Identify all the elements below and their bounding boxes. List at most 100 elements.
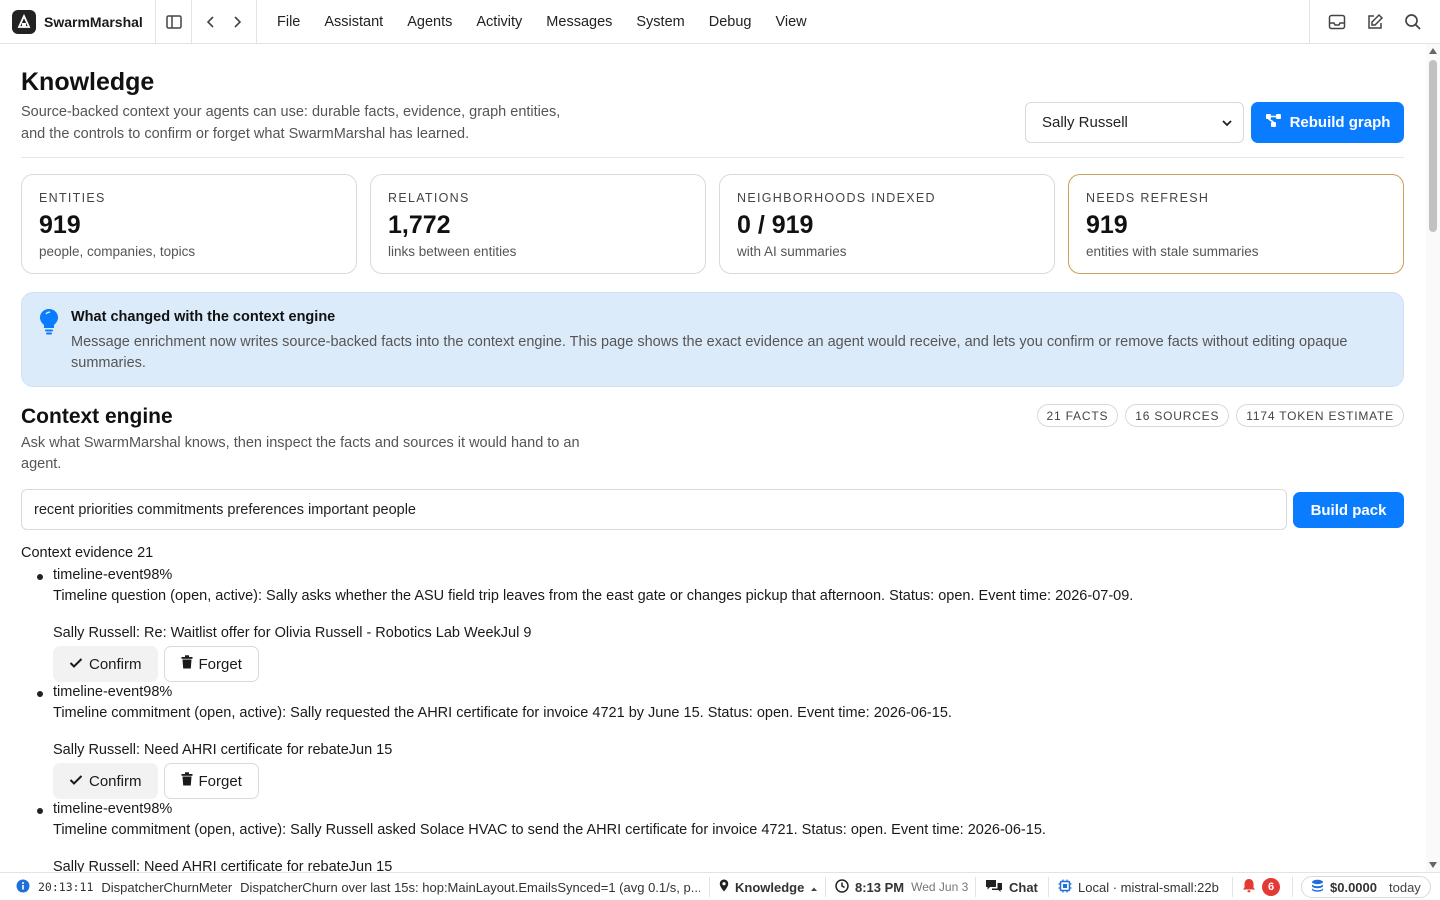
confirm-button[interactable]: Confirm xyxy=(53,646,158,682)
stat-desc: people, companies, topics xyxy=(39,244,196,259)
stat-desc: entities with stale summaries xyxy=(1086,244,1259,259)
back-icon[interactable] xyxy=(198,0,224,44)
confirm-label: Confirm xyxy=(89,655,142,673)
scroll-thumb[interactable] xyxy=(1429,60,1437,232)
compose-icon[interactable] xyxy=(1356,0,1394,44)
menu-activity[interactable]: Activity xyxy=(464,0,534,44)
chevron-down-icon xyxy=(1221,116,1233,133)
app-brand[interactable]: SwarmMarshal xyxy=(0,0,156,44)
status-location-label: Knowledge xyxy=(735,879,805,895)
graph-icon xyxy=(1265,113,1282,132)
model-selector[interactable]: Local · mistral-small:22b xyxy=(1058,873,1219,900)
confirm-button[interactable]: Confirm xyxy=(53,763,158,799)
lightbulb-icon xyxy=(38,307,60,340)
list-item: timeline-event98% Timeline commitment (o… xyxy=(21,799,1401,872)
evidence-source: Sally Russell: Need AHRI certificate for… xyxy=(53,859,393,872)
stat-label: NEEDS REFRESH xyxy=(1086,191,1210,205)
menu-messages[interactable]: Messages xyxy=(534,0,624,44)
evidence-kind: timeline-event98% xyxy=(53,684,173,700)
notifications-button[interactable]: 6 xyxy=(1242,873,1280,900)
cost-value: $0.0000 xyxy=(1330,879,1377,895)
section-title: Context engine xyxy=(21,405,173,428)
evidence-source: Sally Russell: Re: Waitlist offer for Ol… xyxy=(53,625,532,641)
list-item: timeline-event98% Timeline commitment (o… xyxy=(21,682,1401,799)
notice-body: Message enrichment now writes source-bac… xyxy=(71,334,1348,371)
search-icon[interactable] xyxy=(1394,0,1432,44)
status-divider xyxy=(975,877,976,897)
forget-button[interactable]: Forget xyxy=(163,763,259,799)
person-select[interactable]: Sally Russell xyxy=(1025,102,1244,143)
evidence-list: timeline-event98% Timeline question (ope… xyxy=(21,565,1401,872)
menu-assistant[interactable]: Assistant xyxy=(312,0,395,44)
forget-label: Forget xyxy=(198,655,242,673)
scroll-up-icon[interactable] xyxy=(1429,48,1437,54)
status-log[interactable]: 20:13:11 DispatcherChurnMeter Dispatcher… xyxy=(16,873,700,900)
sidebar-toggle-icon[interactable] xyxy=(156,0,192,44)
app-logo-icon xyxy=(12,9,36,34)
stat-value: 919 xyxy=(39,211,81,239)
main-content: Knowledge Source-backed context your age… xyxy=(0,44,1426,872)
header-divider xyxy=(21,157,1404,158)
rebuild-graph-label: Rebuild graph xyxy=(1289,114,1391,131)
forget-button[interactable]: Forget xyxy=(163,646,259,682)
status-clock[interactable]: 8:13 PM Wed Jun 3 xyxy=(835,873,968,900)
trash-icon xyxy=(181,772,193,790)
status-divider xyxy=(1232,877,1233,897)
app-name: SwarmMarshal xyxy=(44,13,143,30)
menu-bar: File Assistant Agents Activity Messages … xyxy=(257,0,819,44)
status-clock-time: 8:13 PM xyxy=(855,879,905,895)
chat-icon xyxy=(985,879,1003,896)
rebuild-graph-button[interactable]: Rebuild graph xyxy=(1251,102,1404,143)
stat-value: 1,772 xyxy=(388,211,451,239)
status-location[interactable]: Knowledge xyxy=(719,873,818,900)
stat-card-relations: RELATIONS 1,772 links between entities xyxy=(370,174,706,274)
bullet-icon xyxy=(37,691,43,697)
page-title: Knowledge xyxy=(21,68,155,96)
bell-icon xyxy=(1242,878,1256,896)
evidence-text: Timeline commitment (open, active): Sall… xyxy=(53,705,952,721)
stat-desc: with AI summaries xyxy=(737,244,847,259)
context-stats-chips: 21 FACTS 16 SOURCES 1174 TOKEN ESTIMATE xyxy=(1036,404,1404,427)
location-pin-icon xyxy=(719,879,729,895)
status-time: 20:13:11 xyxy=(38,880,94,894)
status-divider xyxy=(709,877,710,897)
inbox-icon[interactable] xyxy=(1318,0,1356,44)
forget-label: Forget xyxy=(198,772,242,790)
facts-chip: 21 FACTS xyxy=(1036,404,1119,427)
token-estimate-chip: 1174 TOKEN ESTIMATE xyxy=(1236,404,1404,427)
menu-system[interactable]: System xyxy=(624,0,696,44)
chat-label: Chat xyxy=(1009,879,1038,895)
notification-count-badge: 6 xyxy=(1262,878,1280,896)
status-date: Wed Jun 3 xyxy=(911,880,969,894)
chat-button[interactable]: Chat xyxy=(985,873,1038,900)
clock-icon xyxy=(835,878,849,896)
build-pack-button[interactable]: Build pack xyxy=(1293,492,1404,528)
status-bar: 20:13:11 DispatcherChurnMeter Dispatcher… xyxy=(0,872,1440,900)
stat-value: 0 / 919 xyxy=(737,211,814,239)
evidence-kind: timeline-event98% xyxy=(53,801,173,817)
stat-card-neighborhoods: NEIGHBORHOODS INDEXED 0 / 919 with AI su… xyxy=(719,174,1055,274)
bullet-icon xyxy=(37,574,43,580)
menu-debug[interactable]: Debug xyxy=(697,0,764,44)
stat-label: NEIGHBORHOODS INDEXED xyxy=(737,191,936,205)
menu-file[interactable]: File xyxy=(265,0,312,44)
chevron-up-icon xyxy=(810,880,818,895)
forward-icon[interactable] xyxy=(224,0,250,44)
menu-agents[interactable]: Agents xyxy=(395,0,464,44)
info-icon xyxy=(16,879,30,896)
context-query-input[interactable]: recent priorities commitments preference… xyxy=(21,489,1287,530)
menu-view[interactable]: View xyxy=(763,0,818,44)
stat-card-entities: ENTITIES 919 people, companies, topics xyxy=(21,174,357,274)
vertical-scrollbar[interactable] xyxy=(1426,44,1440,872)
cost-indicator[interactable]: $0.0000 today xyxy=(1301,873,1431,900)
stat-desc: links between entities xyxy=(388,244,517,259)
check-icon xyxy=(69,656,83,673)
scroll-down-icon[interactable] xyxy=(1429,862,1437,868)
status-meter: DispatcherChurnMeter xyxy=(101,879,233,895)
page-subtitle: Source-backed context your agents can us… xyxy=(21,104,561,142)
notice-title: What changed with the context engine xyxy=(71,309,336,325)
status-message: DispatcherChurn over last 15s: hop:MainL… xyxy=(240,879,701,895)
evidence-text: Timeline commitment (open, active): Sall… xyxy=(53,822,1046,838)
section-subtitle: Ask what SwarmMarshal knows, then inspec… xyxy=(21,435,580,472)
cost-period: today xyxy=(1389,879,1421,895)
